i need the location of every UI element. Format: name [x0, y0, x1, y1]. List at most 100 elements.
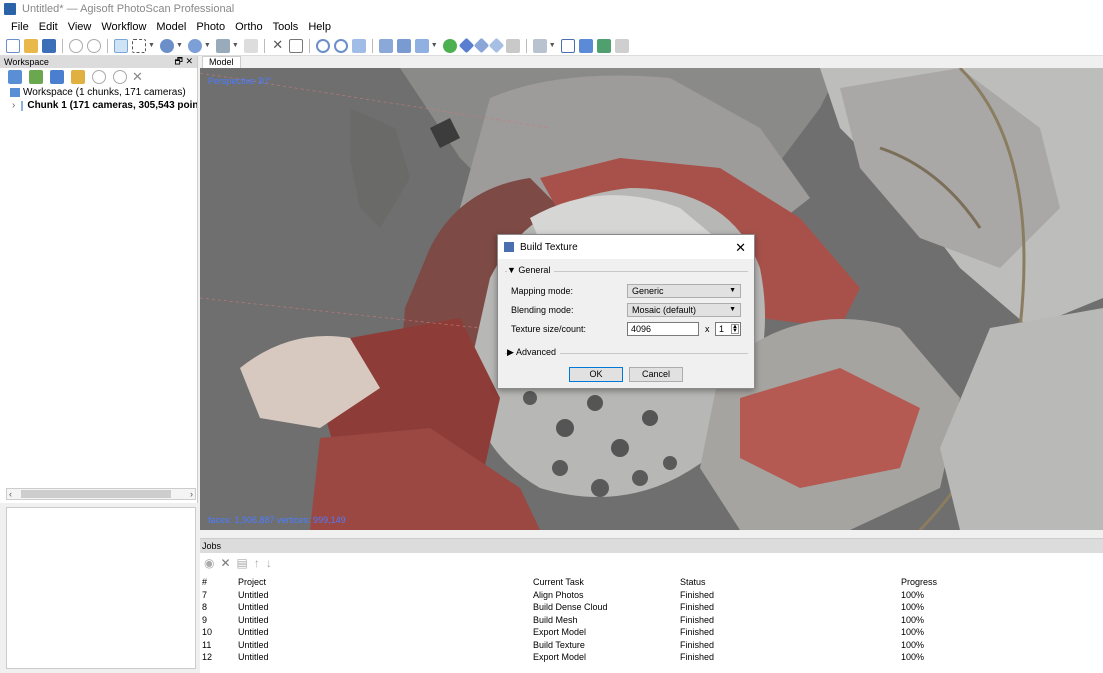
- shaded-model-icon[interactable]: [442, 38, 457, 53]
- disable-icon[interactable]: [113, 70, 127, 84]
- cancel-button[interactable]: Cancel: [629, 367, 683, 382]
- save-icon[interactable]: [42, 38, 56, 53]
- grid-icon[interactable]: [396, 38, 411, 53]
- tiled-model-icon[interactable]: [505, 38, 520, 53]
- enable-icon[interactable]: [92, 70, 106, 84]
- pause-icon[interactable]: ◉: [204, 556, 214, 570]
- scroll-left-icon[interactable]: ‹: [7, 489, 12, 499]
- app-icon: [4, 3, 16, 15]
- undo-icon[interactable]: [69, 38, 83, 53]
- move-down-icon[interactable]: ↓: [266, 556, 272, 570]
- wireframe-model-icon[interactable]: [473, 37, 489, 54]
- table-row[interactable]: 7 Untitled Align Photos Finished 100%: [200, 590, 1103, 603]
- mapping-mode-value: Generic: [632, 286, 664, 296]
- general-toggle[interactable]: ▼ General: [507, 265, 555, 275]
- workspace-hscroll[interactable]: ‹ ›: [6, 488, 196, 500]
- solid-model-icon[interactable]: [458, 37, 474, 54]
- menu-view[interactable]: View: [63, 21, 97, 33]
- show-markers-icon[interactable]: [578, 38, 593, 53]
- column-header[interactable]: #: [202, 577, 207, 587]
- add-folder-icon[interactable]: [50, 70, 64, 84]
- chevron-down-icon[interactable]: ▼: [232, 42, 239, 49]
- delete-selection-icon[interactable]: ✕: [271, 38, 285, 53]
- ok-button[interactable]: OK: [569, 367, 623, 382]
- menu-model[interactable]: Model: [151, 21, 191, 33]
- menu-workflow[interactable]: Workflow: [96, 21, 151, 33]
- job-status: Finished: [680, 602, 715, 612]
- point-cloud-icon[interactable]: [414, 38, 429, 53]
- add-chunk-icon[interactable]: [8, 70, 22, 84]
- pencil-icon[interactable]: [243, 38, 258, 53]
- table-row[interactable]: 11 Untitled Build Texture Finished 100%: [200, 640, 1103, 653]
- job-progress: 100%: [901, 652, 925, 662]
- open-folder-icon[interactable]: [24, 38, 38, 53]
- add-photos-icon[interactable]: [29, 70, 43, 84]
- menu-photo[interactable]: Photo: [191, 21, 230, 33]
- table-row[interactable]: 9 Untitled Build Mesh Finished 100%: [200, 615, 1103, 628]
- zoom-in-icon[interactable]: [315, 38, 330, 53]
- texture-size-input[interactable]: 4096: [627, 322, 699, 336]
- scroll-thumb[interactable]: [21, 490, 171, 498]
- chevron-down-icon[interactable]: ▼: [176, 42, 183, 49]
- menu-ortho[interactable]: Ortho: [230, 21, 268, 33]
- move-object-icon[interactable]: [187, 38, 202, 53]
- add-markers-icon[interactable]: [71, 70, 85, 84]
- chevron-down-icon[interactable]: ▼: [204, 42, 211, 49]
- column-header[interactable]: Status: [680, 577, 706, 587]
- move-up-icon[interactable]: ↑: [254, 556, 260, 570]
- new-file-icon[interactable]: [6, 38, 20, 53]
- table-row[interactable]: 8 Untitled Build Dense Cloud Finished 10…: [200, 602, 1103, 615]
- crop-icon[interactable]: [288, 38, 303, 53]
- job-progress: 100%: [901, 627, 925, 637]
- close-icon[interactable]: ✕: [185, 56, 193, 66]
- chevron-right-icon[interactable]: ›: [12, 100, 15, 111]
- show-shapes-icon[interactable]: [560, 38, 575, 53]
- textured-model-icon[interactable]: [488, 37, 504, 54]
- table-row[interactable]: 10 Untitled Export Model Finished 100%: [200, 627, 1103, 640]
- tree-chunk-row[interactable]: › Chunk 1 (171 cameras, 305,543 points: [0, 99, 197, 112]
- close-icon[interactable]: ✕: [735, 240, 746, 256]
- texture-count-spinner[interactable]: 1 ▲ ▼: [715, 322, 741, 336]
- title-bar: Untitled* — Agisoft PhotoScan Profession…: [0, 0, 1103, 18]
- cancel-job-icon[interactable]: ✕: [220, 556, 230, 570]
- menu-tools[interactable]: Tools: [268, 21, 304, 33]
- rectangle-selection-icon[interactable]: [132, 38, 146, 53]
- main-toolbar: ▼ ▼ ▼ ▼ ✕ ▼ ▼: [0, 36, 1103, 56]
- scroll-right-icon[interactable]: ›: [190, 489, 195, 499]
- chevron-down-icon[interactable]: ▼: [431, 42, 438, 49]
- menu-edit[interactable]: Edit: [34, 21, 63, 33]
- menu-file[interactable]: File: [6, 21, 34, 33]
- float-icon[interactable]: 🗗: [174, 56, 182, 66]
- reset-view-icon[interactable]: [351, 38, 366, 53]
- ruler-icon[interactable]: [215, 38, 230, 53]
- spin-arrows-icon[interactable]: ▲ ▼: [731, 324, 739, 334]
- show-images-icon[interactable]: [596, 38, 611, 53]
- remove-icon[interactable]: ✕: [132, 69, 143, 85]
- stereo-icon[interactable]: [614, 38, 629, 53]
- blending-mode-row: Blending mode: Mosaic (default) ▼: [511, 303, 741, 317]
- job-status: Finished: [680, 639, 715, 650]
- blending-mode-label: Blending mode:: [511, 305, 574, 315]
- job-id: 12: [202, 652, 213, 662]
- rotate-object-icon[interactable]: [159, 38, 174, 53]
- column-header[interactable]: Current Task: [533, 577, 584, 587]
- dem-icon[interactable]: [532, 38, 547, 53]
- chevron-down-icon[interactable]: ▼: [148, 42, 155, 49]
- mapping-mode-select[interactable]: Generic ▼: [627, 284, 741, 298]
- column-header[interactable]: Project: [238, 577, 266, 587]
- show-cameras-icon[interactable]: [378, 38, 393, 53]
- menu-help[interactable]: Help: [303, 21, 336, 33]
- tree-root-row[interactable]: Workspace (1 chunks, 171 cameras): [0, 86, 197, 99]
- job-details-icon[interactable]: ▤: [237, 556, 248, 570]
- build-texture-dialog: Build Texture ✕ ▼ General Mapping mode: …: [497, 234, 755, 389]
- dialog-app-icon: [504, 242, 514, 252]
- zoom-out-icon[interactable]: [333, 38, 348, 53]
- chevron-down-icon[interactable]: ▼: [549, 42, 556, 49]
- advanced-toggle[interactable]: ▶ Advanced: [507, 347, 560, 358]
- tab-model[interactable]: Model: [202, 56, 241, 68]
- column-header[interactable]: Progress: [901, 577, 937, 587]
- navigation-icon[interactable]: [114, 38, 128, 53]
- redo-icon[interactable]: [87, 38, 101, 53]
- blending-mode-select[interactable]: Mosaic (default) ▼: [627, 303, 741, 317]
- table-row[interactable]: 12 Untitled Export Model Finished 100%: [200, 652, 1103, 665]
